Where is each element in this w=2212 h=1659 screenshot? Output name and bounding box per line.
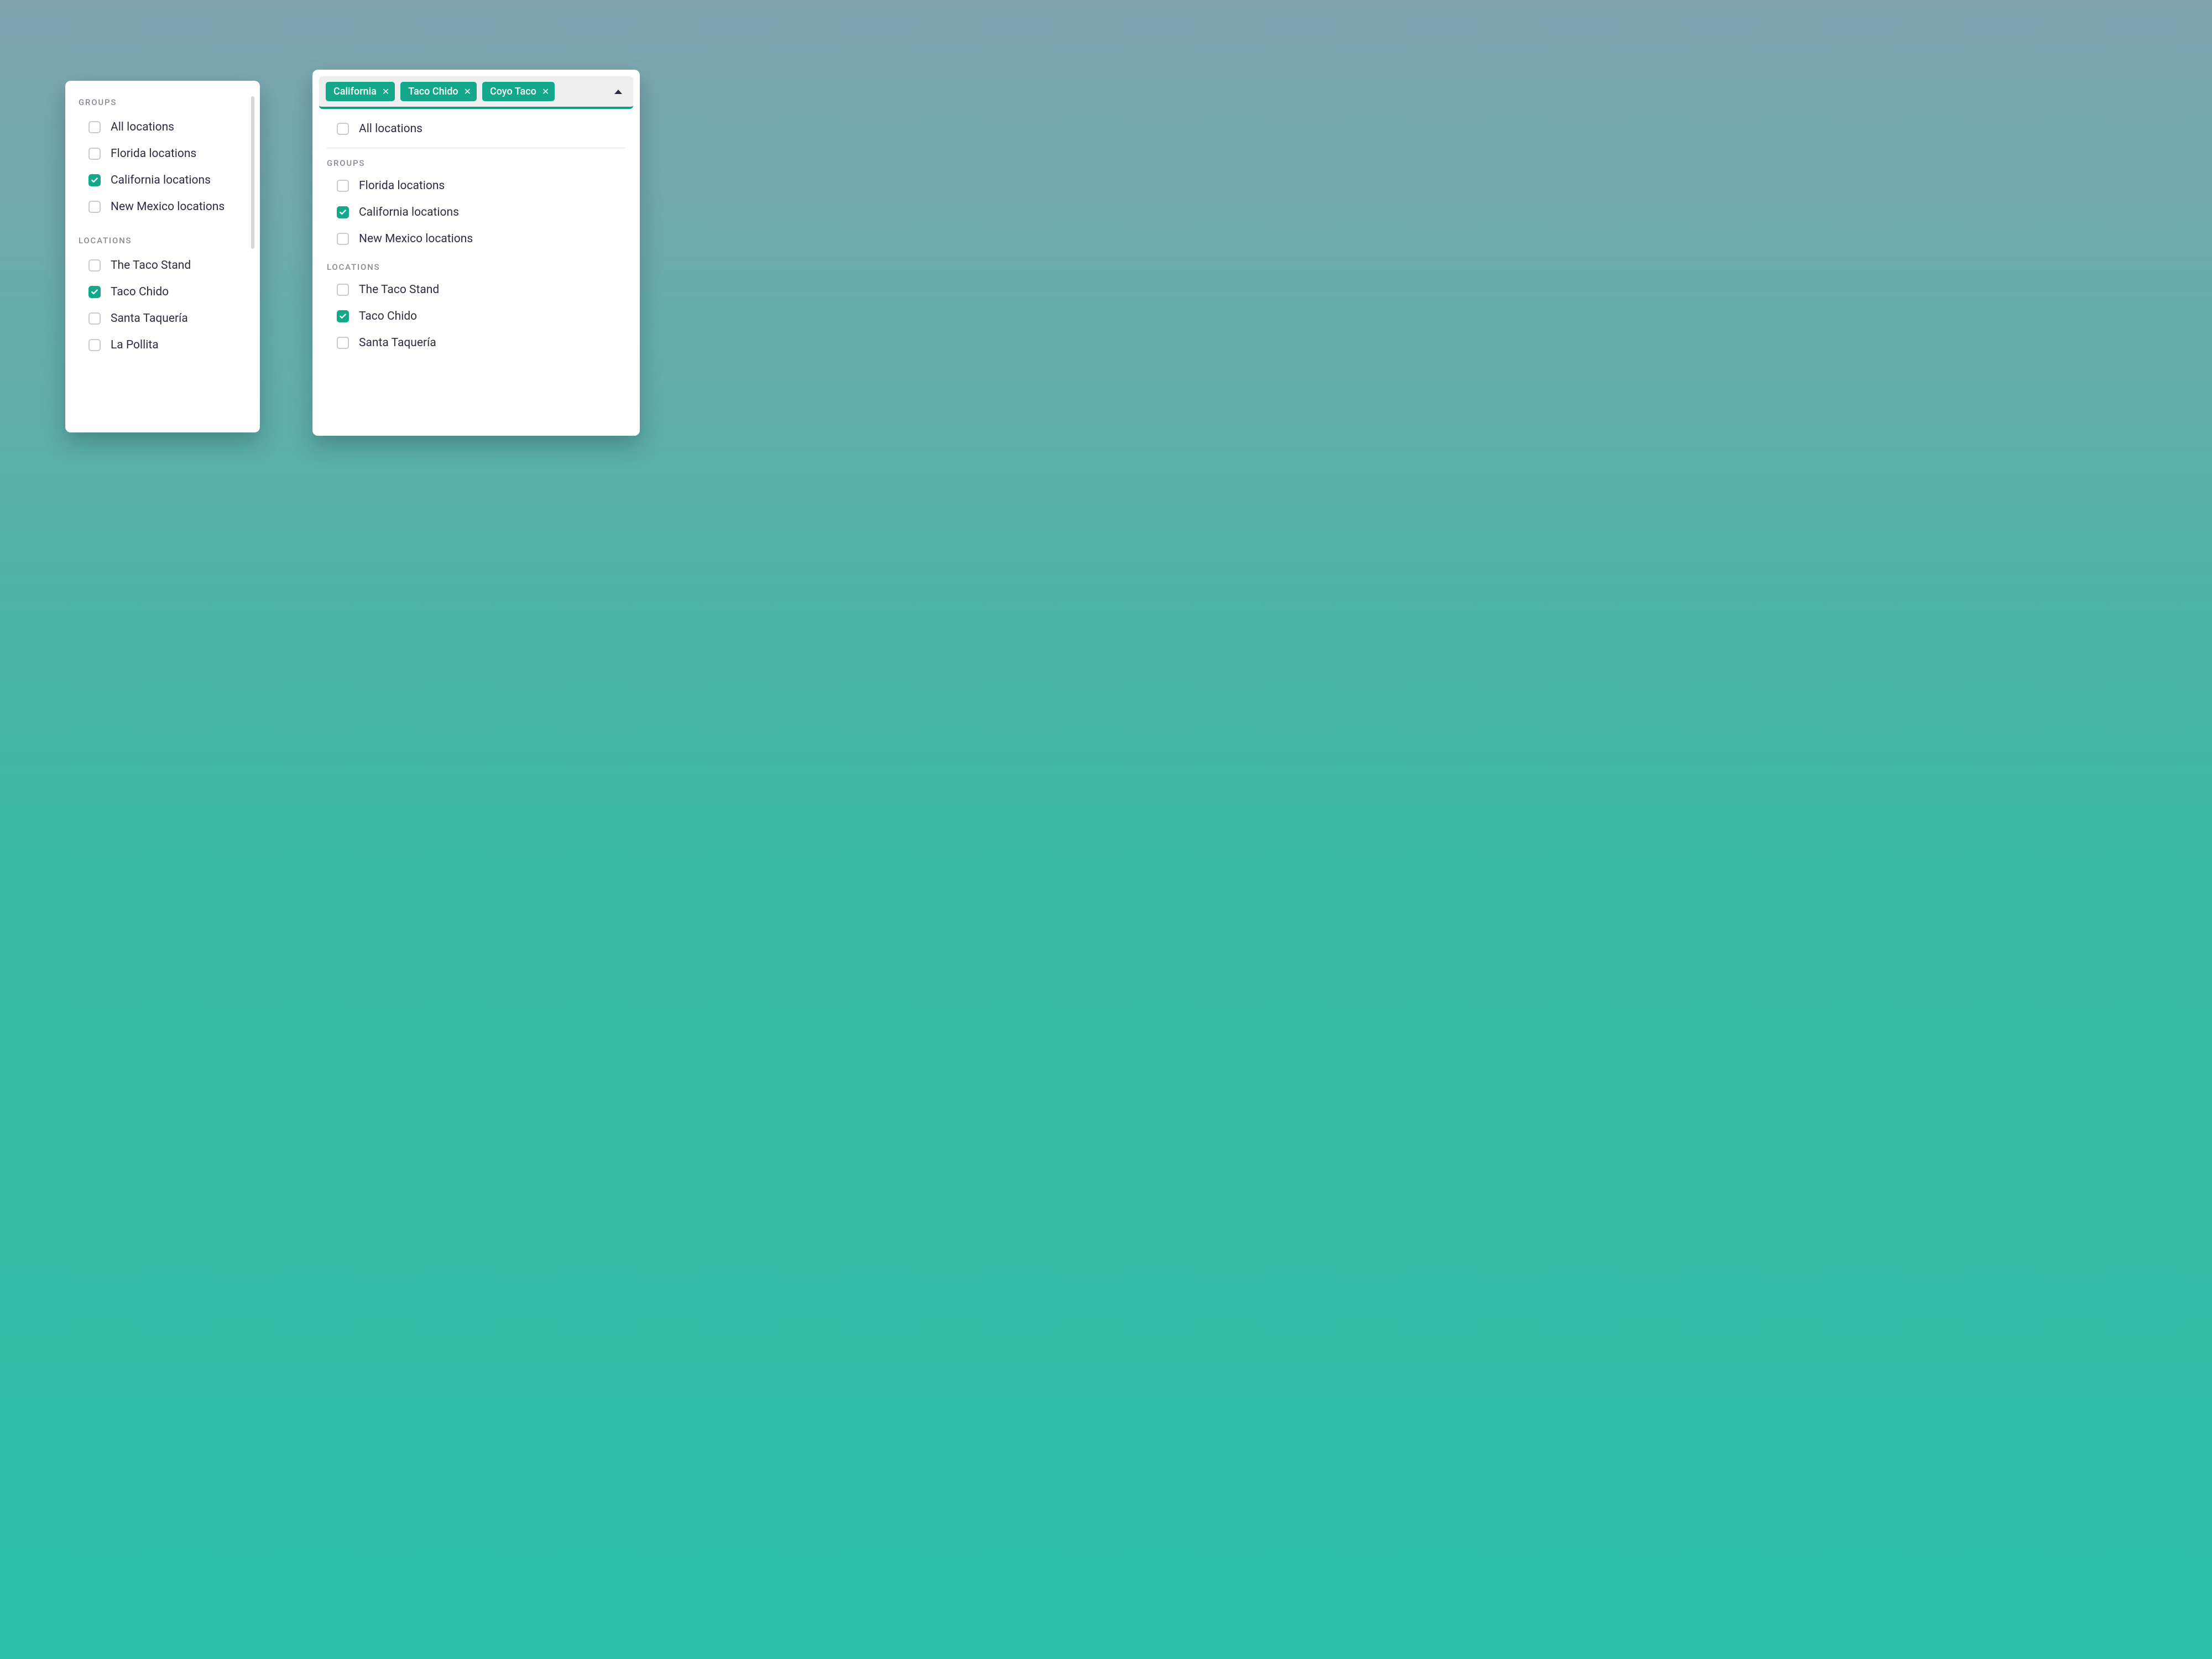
selection-chip[interactable]: California ✕ [326,82,395,101]
checkbox-icon[interactable] [88,174,101,186]
option-label: All locations [359,122,422,135]
close-icon[interactable]: ✕ [382,86,389,97]
group-option[interactable]: California locations [319,199,633,226]
option-label: Florida locations [111,147,196,160]
option-label: La Pollita [111,338,159,352]
filter-panel-compact: GROUPS All locations Florida locations C… [65,81,260,432]
option-label: California locations [359,206,459,219]
option-label: Florida locations [359,179,445,192]
checkbox-icon[interactable] [337,123,349,135]
group-option[interactable]: New Mexico locations [65,194,260,220]
close-icon[interactable]: ✕ [542,86,549,97]
selection-chip[interactable]: Coyo Taco ✕ [482,82,555,101]
option-label: New Mexico locations [359,232,473,246]
caret-up-icon[interactable] [614,90,622,94]
location-option[interactable]: La Pollita [65,332,260,358]
selection-chip-input[interactable]: California ✕ Taco Chido ✕ Coyo Taco ✕ [319,76,633,109]
location-option[interactable]: Santa Taquería [319,330,633,356]
checkbox-icon[interactable] [88,201,101,213]
location-option[interactable]: Taco Chido [319,303,633,330]
group-option[interactable]: Florida locations [319,173,633,199]
checkbox-icon[interactable] [88,121,101,133]
groups-heading: GROUPS [65,93,260,114]
scrollbar[interactable] [251,96,254,249]
option-label: The Taco Stand [111,259,191,272]
groups-heading: GROUPS [319,148,633,173]
group-option[interactable]: California locations [65,167,260,194]
group-option[interactable]: New Mexico locations [319,226,633,252]
location-option[interactable]: The Taco Stand [65,252,260,279]
locations-heading: LOCATIONS [65,231,260,252]
checkbox-icon[interactable] [88,286,101,298]
chip-label: Taco Chido [408,86,458,97]
checkbox-icon[interactable] [88,148,101,160]
option-label: New Mexico locations [111,200,225,213]
location-option[interactable]: Taco Chido [65,279,260,305]
option-label: Santa Taquería [359,336,436,349]
group-option[interactable]: All locations [65,114,260,140]
location-option[interactable]: The Taco Stand [319,276,633,303]
selection-chip[interactable]: Taco Chido ✕ [400,82,477,101]
option-label: California locations [111,174,211,187]
option-label: Taco Chido [111,285,169,299]
group-option[interactable]: Florida locations [65,140,260,167]
checkbox-icon[interactable] [337,310,349,322]
checkbox-icon[interactable] [337,337,349,349]
checkbox-icon[interactable] [337,206,349,218]
locations-heading: LOCATIONS [319,252,633,276]
option-label: All locations [111,121,174,134]
checkbox-icon[interactable] [337,284,349,296]
checkbox-icon[interactable] [88,339,101,351]
chip-label: Coyo Taco [490,86,536,97]
option-label: Taco Chido [359,310,417,323]
option-label: The Taco Stand [359,283,439,296]
checkbox-icon[interactable] [88,259,101,272]
all-locations-option[interactable]: All locations [319,116,633,142]
filter-panel-expanded: California ✕ Taco Chido ✕ Coyo Taco ✕ Al… [312,70,640,436]
checkbox-icon[interactable] [88,312,101,325]
chip-label: California [333,86,377,97]
option-label: Santa Taquería [111,312,188,325]
checkbox-icon[interactable] [337,180,349,192]
checkbox-icon[interactable] [337,233,349,245]
location-option[interactable]: Santa Taquería [65,305,260,332]
close-icon[interactable]: ✕ [464,86,471,97]
